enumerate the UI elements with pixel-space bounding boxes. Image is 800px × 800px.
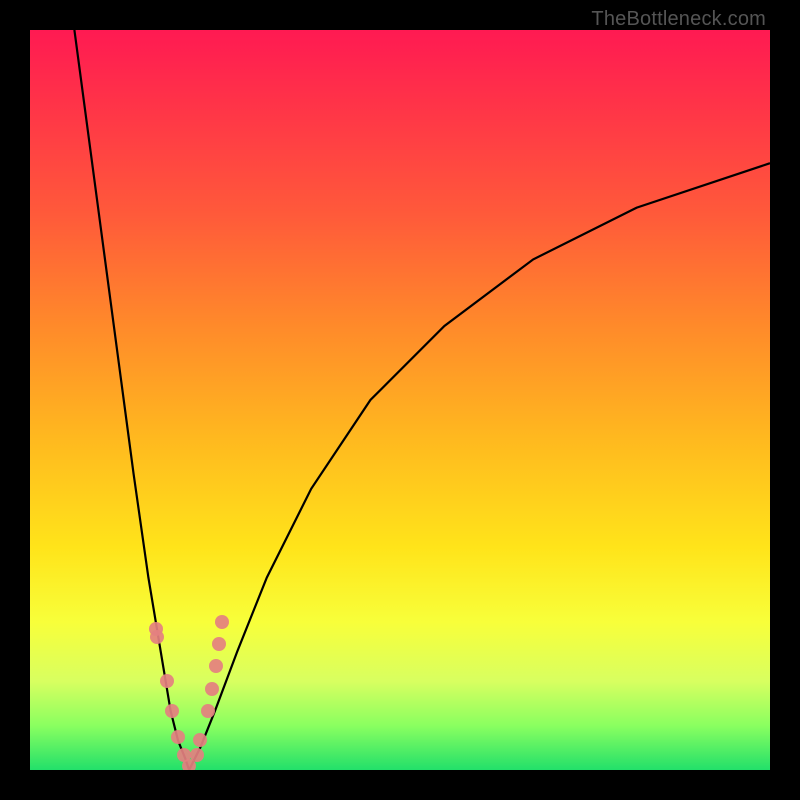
highlight-dot xyxy=(190,748,204,762)
curve-left-branch xyxy=(74,30,189,770)
highlight-dot xyxy=(201,704,215,718)
highlight-dot xyxy=(171,730,185,744)
bottleneck-curve xyxy=(30,30,770,770)
highlight-dot xyxy=(205,682,219,696)
highlight-dot xyxy=(160,674,174,688)
highlight-dot xyxy=(150,630,164,644)
curve-right-branch xyxy=(189,163,770,770)
plot-area xyxy=(30,30,770,770)
chart-frame: TheBottleneck.com xyxy=(0,0,800,800)
highlight-dot xyxy=(165,704,179,718)
watermark-text: TheBottleneck.com xyxy=(591,8,766,31)
